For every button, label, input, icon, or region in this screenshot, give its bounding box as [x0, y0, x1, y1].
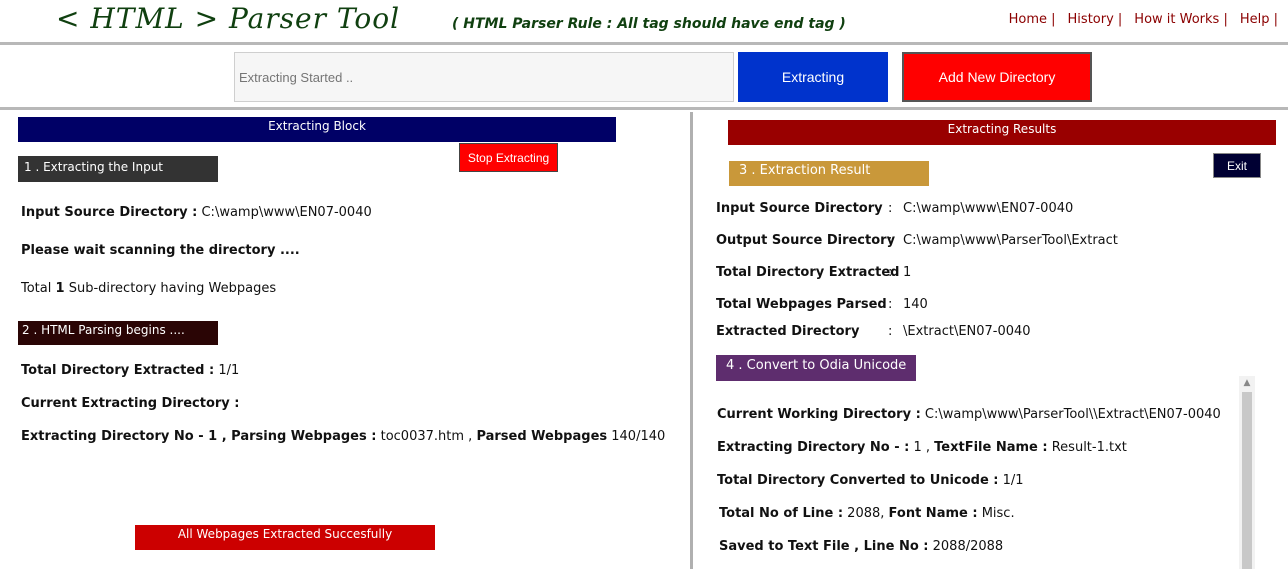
result-value-input: C:\wamp\www\EN07-0040	[903, 201, 1074, 216]
parsed-label: Parsed Webpages	[476, 429, 608, 444]
ext-dir-label: Extracting Directory No - :	[717, 440, 910, 455]
result-colon: :	[888, 201, 893, 216]
scroll-up-arrow-icon[interactable]: ▲	[1239, 376, 1255, 390]
toolbar: Extracting Add New Directory	[0, 46, 1288, 106]
total-extracted-value: 1/1	[218, 363, 240, 378]
stop-extracting-button[interactable]: Stop Extracting	[459, 143, 558, 172]
dir-no-label: Extracting Directory No - 1 , Parsing We…	[21, 429, 377, 444]
saved-value: 2088/2088	[932, 539, 1004, 554]
input-source-row: Input Source Directory : C:\wamp\www\EN0…	[21, 205, 372, 220]
lines-row: Total No of Line : 2088, Font Name : Mis…	[719, 506, 1015, 521]
extracting-block-header: Extracting Block	[18, 117, 616, 142]
saved-row: Saved to Text File , Line No : 2088/2088	[719, 539, 1003, 554]
cwd-label: Current Working Directory :	[717, 407, 921, 422]
top-nav: Home | History | How it Works | Help |	[1009, 12, 1278, 27]
ext-dir-row: Extracting Directory No - : 1 , TextFile…	[717, 440, 1127, 455]
wait-text: Please wait scanning the directory ....	[21, 243, 300, 258]
textfile-label: TextFile Name :	[934, 440, 1048, 455]
step-1-header: 1 . Extracting the Input directory	[18, 156, 218, 196]
input-source-value: C:\wamp\www\EN07-0040	[201, 205, 372, 220]
result-label-webpages: Total Webpages Parsed	[716, 297, 887, 312]
exit-button[interactable]: Exit	[1213, 153, 1261, 178]
app-logo: < HTML > Parser Tool	[56, 2, 401, 35]
lines-value: 2088,	[847, 506, 885, 521]
result-label-output: Output Source Directory	[716, 233, 896, 248]
total-count: 1	[55, 281, 65, 296]
cwd-value: C:\wamp\www\ParserTool\\Extract\EN07-004…	[924, 407, 1221, 422]
total-prefix: Total	[21, 281, 52, 296]
dir-progress-row: Extracting Directory No - 1 , Parsing We…	[21, 429, 665, 444]
parser-rule-text: ( HTML Parser Rule : All tag should have…	[452, 16, 846, 32]
nav-help[interactable]: Help |	[1240, 12, 1278, 27]
nav-history[interactable]: History |	[1068, 12, 1123, 27]
total-extracted-label: Total Directory Extracted :	[21, 363, 215, 378]
font-value: Misc.	[981, 506, 1015, 521]
total-conv-label: Total Directory Converted to Unicode :	[717, 473, 999, 488]
scroll-thumb[interactable]	[1242, 392, 1252, 569]
total-subdir-row: Total 1 Sub-directory having Webpages	[21, 281, 276, 296]
result-label-extracted-dir: Extracted Directory	[716, 324, 860, 339]
cwd-row: Current Working Directory : C:\wamp\www\…	[717, 407, 1221, 422]
total-suffix: Sub-directory having Webpages	[68, 281, 277, 296]
step-4-header: 4 . Convert to Odia Unicode	[716, 355, 916, 381]
step-2-header: 2 . HTML Parsing begins ....	[18, 321, 218, 345]
toolbar-divider	[0, 107, 1288, 110]
input-source-label: Input Source Directory :	[21, 205, 198, 220]
result-value-output: C:\wamp\www\ParserTool\Extract	[903, 233, 1118, 248]
result-label-total-dir: Total Directory Extracted	[716, 265, 900, 280]
success-message: All Webpages Extracted Succesfully	[135, 525, 435, 550]
nav-how-it-works[interactable]: How it Works |	[1134, 12, 1228, 27]
result-colon: :	[888, 324, 893, 339]
saved-label: Saved to Text File , Line No :	[719, 539, 929, 554]
step-3-header: 3 . Extraction Result	[729, 161, 929, 186]
total-extracted-row: Total Directory Extracted : 1/1	[21, 363, 239, 378]
current-dir-label: Current Extracting Directory :	[21, 396, 240, 411]
result-colon: :	[888, 297, 893, 312]
result-value-extracted-dir: \Extract\EN07-0040	[903, 324, 1031, 339]
scrollbar[interactable]: ▲	[1239, 376, 1255, 569]
header-divider	[0, 42, 1288, 45]
total-conv-row: Total Directory Converted to Unicode : 1…	[717, 473, 1024, 488]
result-value-webpages: 140	[903, 297, 928, 312]
result-label-input: Input Source Directory	[716, 201, 883, 216]
font-label: Font Name :	[888, 506, 978, 521]
result-colon: :	[888, 265, 893, 280]
add-new-directory-button[interactable]: Add New Directory	[902, 52, 1092, 102]
nav-home[interactable]: Home |	[1009, 12, 1056, 27]
dir-no-file: toc0037.htm ,	[380, 429, 473, 444]
header: < HTML > Parser Tool ( HTML Parser Rule …	[0, 0, 1288, 42]
extracting-results-header: Extracting Results	[728, 120, 1276, 145]
lines-label: Total No of Line :	[719, 506, 844, 521]
panel-divider	[690, 112, 693, 569]
textfile-value: Result-1.txt	[1051, 440, 1127, 455]
total-conv-value: 1/1	[1002, 473, 1024, 488]
parsed-value: 140/140	[611, 429, 666, 444]
result-value-total-dir: 1	[903, 265, 912, 280]
status-input[interactable]	[234, 52, 734, 102]
result-colon: :	[888, 233, 893, 248]
ext-dir-value: 1 ,	[913, 440, 931, 455]
extracting-button[interactable]: Extracting	[738, 52, 888, 102]
